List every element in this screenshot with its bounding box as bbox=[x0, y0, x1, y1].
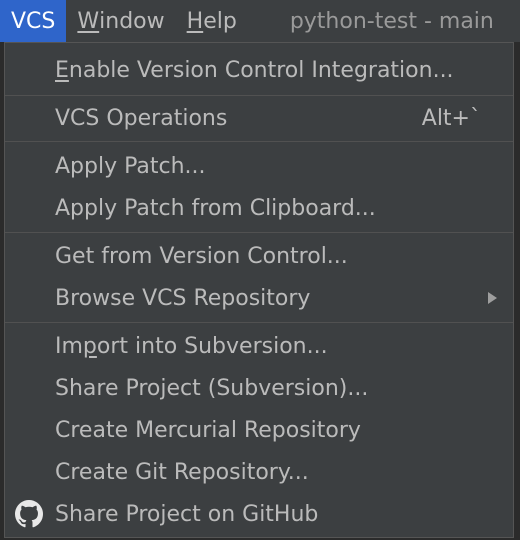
menu-item-create-git[interactable]: Create Git Repository... bbox=[5, 451, 513, 493]
menu-separator bbox=[5, 322, 513, 323]
menu-separator bbox=[5, 232, 513, 233]
browse-vcs-repo-label: Browse VCS Repository bbox=[55, 285, 311, 311]
menu-help-mnemonic: H bbox=[186, 8, 204, 34]
vcs-operations-label: VCS Operations bbox=[55, 105, 228, 131]
menu-window-mnemonic: W bbox=[77, 8, 100, 34]
menu-item-share-github[interactable]: Share Project on GitHub bbox=[5, 493, 513, 535]
get-from-vc-label: Get from Version Control... bbox=[55, 243, 348, 269]
menu-help[interactable]: Help bbox=[176, 0, 248, 42]
menu-vcs[interactable]: VCS bbox=[0, 0, 67, 42]
menu-item-import-subversion[interactable]: Import into Subversion... bbox=[5, 325, 513, 367]
vcs-operations-shortcut: Alt+` bbox=[421, 105, 481, 131]
window-title: python-test - main bbox=[289, 8, 494, 34]
enable-vcs-rest: nable Version Control Integration... bbox=[68, 57, 454, 83]
menu-vcs-label: VCS bbox=[11, 8, 56, 34]
apply-patch-label: Apply Patch... bbox=[55, 153, 206, 179]
menu-item-apply-patch[interactable]: Apply Patch... bbox=[5, 145, 513, 187]
menu-bar: VCS Window Help python-test - main bbox=[0, 0, 520, 42]
vcs-dropdown-menu: Enable Version Control Integration... VC… bbox=[4, 42, 514, 538]
menu-window[interactable]: Window bbox=[66, 0, 175, 42]
menu-item-browse-vcs-repository[interactable]: Browse VCS Repository bbox=[5, 277, 513, 319]
menu-item-enable-vcs-integration[interactable]: Enable Version Control Integration... bbox=[5, 49, 513, 91]
apply-patch-clipboard-label: Apply Patch from Clipboard... bbox=[55, 195, 376, 221]
menu-item-apply-patch-clipboard[interactable]: Apply Patch from Clipboard... bbox=[5, 187, 513, 229]
share-subversion-label: Share Project (Subversion)... bbox=[55, 375, 369, 401]
menu-item-create-mercurial[interactable]: Create Mercurial Repository bbox=[5, 409, 513, 451]
menu-item-get-from-vc[interactable]: Get from Version Control... bbox=[5, 235, 513, 277]
menu-item-share-subversion[interactable]: Share Project (Subversion)... bbox=[5, 367, 513, 409]
github-icon bbox=[15, 500, 43, 528]
import-subversion-label: Import into Subversion... bbox=[55, 334, 328, 359]
enable-vcs-mnemonic: E bbox=[55, 57, 69, 83]
import-subversion-mnemonic: p bbox=[82, 333, 97, 359]
menu-separator bbox=[5, 95, 513, 96]
enable-vcs-label: Enable Version Control Integration... bbox=[55, 58, 454, 83]
import-subversion-rest: ort into Subversion... bbox=[96, 333, 328, 359]
create-git-label: Create Git Repository... bbox=[55, 459, 309, 485]
share-github-label: Share Project on GitHub bbox=[55, 501, 319, 527]
menu-help-rest: elp bbox=[203, 8, 237, 34]
menu-window-rest: indow bbox=[99, 8, 165, 34]
menu-item-vcs-operations[interactable]: VCS Operations Alt+` bbox=[5, 97, 513, 139]
create-mercurial-label: Create Mercurial Repository bbox=[55, 417, 361, 443]
submenu-arrow-icon bbox=[488, 292, 497, 304]
import-subversion-pre: Im bbox=[55, 333, 83, 359]
menu-separator bbox=[5, 141, 513, 142]
